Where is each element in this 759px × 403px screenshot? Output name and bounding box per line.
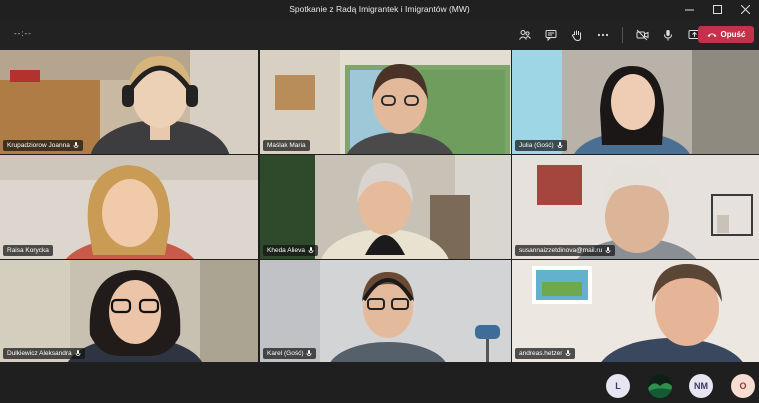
microphone-icon bbox=[565, 350, 571, 356]
participant-name-tag: Karel (Gość) bbox=[263, 348, 317, 359]
window-title: Spotkanie z Radą Imigrantek i Imigrantów… bbox=[289, 4, 470, 14]
leave-button-label: Opuść bbox=[720, 30, 746, 39]
meeting-timer: --:-- bbox=[14, 29, 32, 38]
participant-name-tag: andreas.hetzer bbox=[515, 348, 576, 359]
participant-video bbox=[260, 50, 511, 154]
video-tile[interactable]: andreas.hetzer bbox=[512, 260, 759, 362]
microphone-icon bbox=[605, 247, 611, 253]
window-titlebar: Spotkanie z Radą Imigrantek i Imigrantów… bbox=[0, 0, 759, 20]
more-options-icon[interactable] bbox=[590, 25, 616, 45]
microphone-icon bbox=[307, 350, 312, 356]
participant-name-tag: Maślak Maria bbox=[263, 140, 310, 151]
phone-hangup-icon bbox=[707, 33, 717, 37]
participant-name-tag: susannaizzetdinova@mail.ru bbox=[515, 245, 616, 256]
people-icon[interactable] bbox=[512, 25, 538, 45]
maximize-icon[interactable] bbox=[711, 2, 723, 16]
meeting-toolbar: --:-- Opuść bbox=[0, 20, 759, 50]
microphone-icon[interactable] bbox=[655, 25, 681, 45]
participant-name-tag: Raisa Korycka bbox=[3, 245, 53, 256]
participant-avatar[interactable]: L bbox=[606, 374, 630, 398]
camera-off-icon[interactable] bbox=[629, 25, 655, 45]
participant-name: andreas.hetzer bbox=[519, 350, 563, 357]
minimize-icon[interactable] bbox=[683, 2, 695, 16]
close-icon[interactable] bbox=[739, 2, 751, 16]
video-tile[interactable]: Kheda Alieva bbox=[260, 155, 511, 259]
participant-video bbox=[0, 50, 258, 154]
participant-name: Julia (Gość) bbox=[519, 142, 554, 149]
participant-name: Krupadziorow Joanna bbox=[7, 142, 70, 149]
video-grid: Krupadziorow Joanna Maślak Maria Julia (… bbox=[0, 50, 759, 362]
video-tile[interactable]: Maślak Maria bbox=[260, 50, 511, 154]
participant-avatar[interactable] bbox=[648, 374, 672, 398]
participant-video bbox=[0, 155, 258, 259]
microphone-icon bbox=[308, 247, 314, 253]
leave-button[interactable]: Opuść bbox=[698, 26, 754, 43]
participant-name: susannaizzetdinova@mail.ru bbox=[519, 247, 603, 254]
participant-name-tag: Dulkiewicz Aleksandra bbox=[3, 348, 85, 359]
participant-name-tag: Kheda Alieva bbox=[263, 245, 318, 256]
microphone-icon bbox=[75, 350, 81, 356]
profile-photo bbox=[648, 374, 672, 398]
participant-video bbox=[512, 260, 759, 362]
avatar-initials: L bbox=[615, 381, 621, 391]
video-tile[interactable]: Karel (Gość) bbox=[260, 260, 511, 362]
avatar-initials: O bbox=[739, 381, 747, 391]
participant-video bbox=[512, 50, 759, 154]
microphone-icon bbox=[557, 142, 563, 148]
raise-hand-icon[interactable] bbox=[564, 25, 590, 45]
participant-name: Dulkiewicz Aleksandra bbox=[7, 350, 72, 357]
participant-video bbox=[260, 260, 511, 362]
participant-name: Kheda Alieva bbox=[267, 247, 305, 254]
participant-name: Karel (Gość) bbox=[267, 350, 304, 357]
participant-video bbox=[260, 155, 511, 259]
video-tile[interactable]: Julia (Gość) bbox=[512, 50, 759, 154]
participant-avatar[interactable]: NM bbox=[689, 374, 713, 398]
participant-name: Maślak Maria bbox=[267, 142, 306, 149]
microphone-icon bbox=[73, 142, 79, 148]
toolbar-divider bbox=[622, 27, 623, 43]
video-tile[interactable]: susannaizzetdinova@mail.ru bbox=[512, 155, 759, 259]
video-tile[interactable]: Krupadziorow Joanna bbox=[0, 50, 258, 154]
participant-avatar[interactable]: O bbox=[731, 374, 755, 398]
video-tile[interactable]: Dulkiewicz Aleksandra bbox=[0, 260, 258, 362]
participant-name-tag: Krupadziorow Joanna bbox=[3, 140, 83, 151]
participant-video bbox=[512, 155, 759, 259]
participant-name: Raisa Korycka bbox=[7, 247, 49, 254]
chat-icon[interactable] bbox=[538, 25, 564, 45]
overflow-participants: L NM O bbox=[0, 362, 759, 403]
participant-video bbox=[0, 260, 258, 362]
avatar-initials: NM bbox=[694, 381, 708, 391]
participant-name-tag: Julia (Gość) bbox=[515, 140, 567, 151]
video-tile[interactable]: Raisa Korycka bbox=[0, 155, 258, 259]
